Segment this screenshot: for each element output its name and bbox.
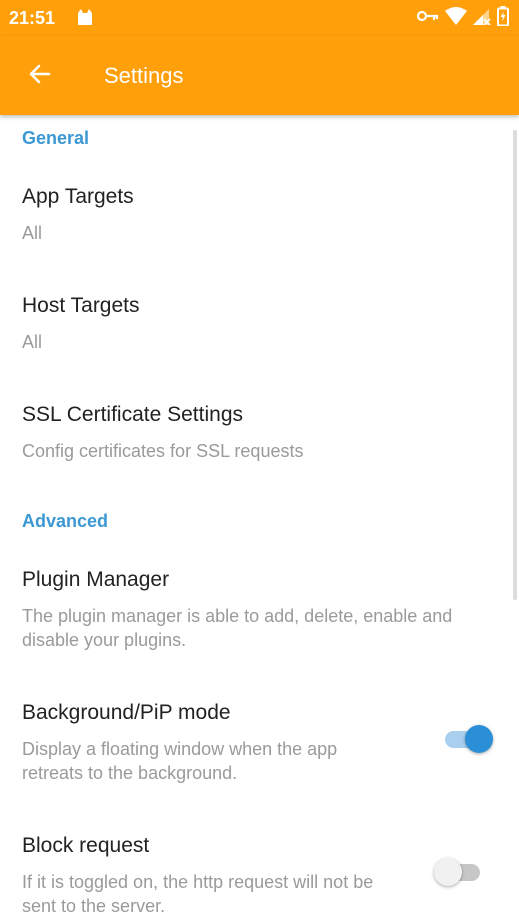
- item-summary: If it is toggled on, the http request wi…: [22, 872, 374, 916]
- item-title: Background/PiP mode: [22, 701, 231, 724]
- back-button[interactable]: [22, 58, 58, 94]
- ssl-certificate-settings-item[interactable]: SSL Certificate Settings Config certific…: [0, 383, 519, 483]
- page-title: Settings: [104, 63, 184, 88]
- item-summary: The plugin manager is able to add, delet…: [22, 606, 453, 650]
- vpn-key-icon: [416, 9, 439, 28]
- toggle-thumb: [434, 858, 462, 886]
- item-summary: All: [22, 223, 43, 243]
- item-title: Plugin Manager: [22, 568, 170, 591]
- item-summary: Config certificates for SSL requests: [22, 441, 304, 461]
- settings-list[interactable]: General App Targets All Host Targets All…: [0, 115, 519, 922]
- item-summary: Display a floating window when the app r…: [22, 739, 338, 783]
- background-pip-mode-item[interactable]: Background/PiP mode Display a floating w…: [0, 681, 519, 796]
- battery-icon: [497, 6, 509, 31]
- section-header-general: General: [22, 128, 90, 148]
- item-title: SSL Certificate Settings: [22, 403, 243, 426]
- app-targets-item[interactable]: App Targets All: [0, 165, 519, 265]
- status-bar: 21:51: [0, 0, 519, 36]
- item-title: Host Targets: [22, 294, 140, 317]
- block-request-toggle[interactable]: [434, 854, 486, 890]
- status-time: 21:51: [9, 8, 56, 28]
- item-summary: All: [22, 332, 43, 352]
- plugin-manager-item[interactable]: Plugin Manager The plugin manager is abl…: [0, 548, 519, 663]
- block-request-item[interactable]: Block request If it is toggled on, the h…: [0, 814, 519, 922]
- section-header-advanced: Advanced: [22, 511, 109, 531]
- app-bar: Settings: [0, 36, 519, 115]
- cat-notification-icon: [75, 7, 95, 32]
- wifi-icon: [445, 7, 467, 30]
- background-pip-toggle[interactable]: [441, 721, 493, 757]
- status-icons: [416, 6, 509, 31]
- scrollbar[interactable]: [513, 130, 517, 600]
- item-title: App Targets: [22, 185, 134, 208]
- toggle-thumb: [465, 725, 493, 753]
- signal-icon: [473, 7, 491, 30]
- arrow-left-icon: [28, 62, 52, 91]
- item-title: Block request: [22, 834, 150, 857]
- host-targets-item[interactable]: Host Targets All: [0, 274, 519, 374]
